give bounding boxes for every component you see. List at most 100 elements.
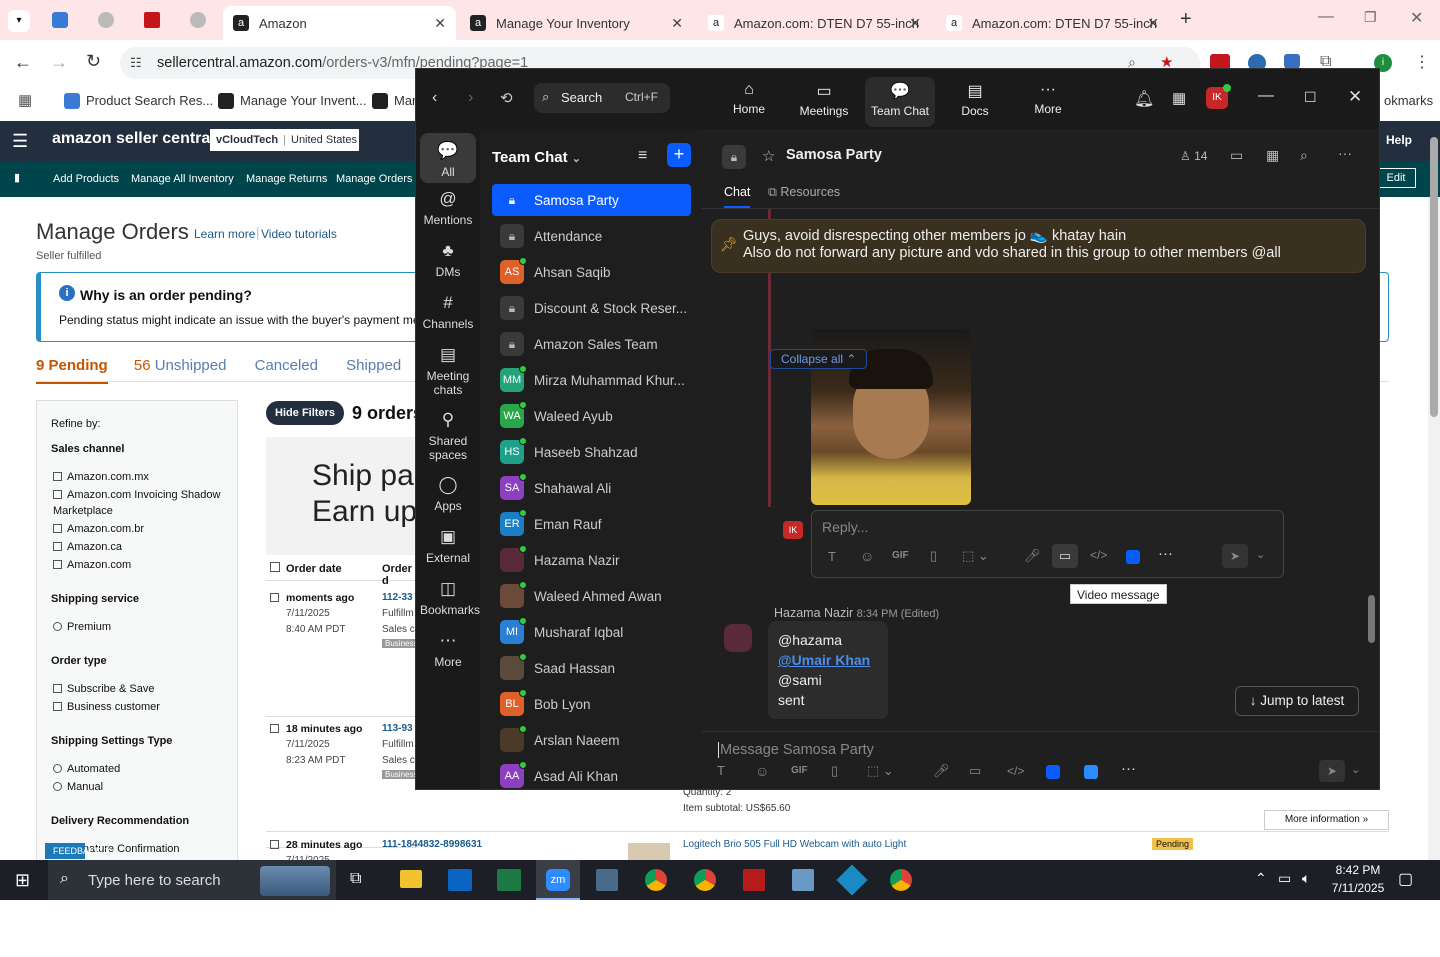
app-icon[interactable] bbox=[1126, 550, 1140, 564]
rail-more[interactable]: ⋯ More bbox=[420, 631, 476, 669]
tab-search-button[interactable]: ▾ bbox=[8, 10, 30, 32]
tab-amazon[interactable]: a Amazon ✕ bbox=[223, 6, 456, 40]
code-icon[interactable]: </> bbox=[1090, 548, 1107, 562]
task-view-icon[interactable]: ⧉ bbox=[350, 870, 361, 888]
filter-option[interactable]: Amazon.com.br bbox=[53, 521, 223, 537]
back-icon[interactable]: ‹ bbox=[432, 89, 437, 107]
help-link[interactable]: Help bbox=[1386, 133, 1412, 147]
rail-dms[interactable]: ♣ DMs bbox=[420, 241, 476, 279]
filter-option[interactable]: Amazon.com bbox=[53, 557, 223, 573]
gif-icon[interactable]: GIF bbox=[892, 550, 909, 561]
file-explorer-icon[interactable] bbox=[400, 870, 422, 888]
channel-item[interactable]: 🔒︎ Attendance bbox=[492, 220, 691, 252]
checkbox[interactable] bbox=[53, 684, 62, 693]
nav-meetings[interactable]: ▭ Meetings bbox=[792, 81, 856, 118]
tab-pending[interactable]: 9 Pending bbox=[36, 357, 108, 384]
app-icon[interactable] bbox=[1046, 765, 1060, 779]
tab-canceled[interactable]: Canceled bbox=[255, 357, 318, 374]
chrome-icon[interactable] bbox=[694, 869, 716, 891]
send-icon[interactable]: ➤ bbox=[1319, 760, 1345, 782]
bookmark-item[interactable]: Manage Your Invent... bbox=[240, 93, 366, 108]
window-close-icon[interactable]: ✕ bbox=[1410, 8, 1423, 28]
nav-more[interactable]: ··· More bbox=[1016, 81, 1080, 116]
close-icon[interactable]: ✕ bbox=[671, 15, 683, 32]
checkbox[interactable] bbox=[53, 524, 62, 533]
row-checkbox[interactable] bbox=[270, 593, 279, 602]
video-message-icon[interactable]: ▭ bbox=[1052, 544, 1078, 568]
jump-to-latest-button[interactable]: ↓ Jump to latest bbox=[1235, 686, 1359, 716]
site-info-icon[interactable]: ☷ bbox=[130, 55, 142, 71]
rail-bookmarks[interactable]: ◫ Bookmarks bbox=[420, 579, 480, 617]
microphone-icon[interactable]: 🎤︎ bbox=[1024, 548, 1041, 564]
hide-filters-button[interactable]: Hide Filters bbox=[266, 401, 344, 425]
channel-item[interactable]: AS Ahsan Saqib bbox=[492, 256, 691, 288]
checkbox[interactable] bbox=[53, 702, 62, 711]
scrollbar-thumb[interactable] bbox=[1368, 595, 1375, 643]
row-checkbox[interactable] bbox=[270, 724, 279, 733]
tab-amazon-dten-1[interactable]: a Amazon.com: DTEN D7 55-inch ✕ bbox=[698, 6, 931, 40]
channel-item[interactable]: SA Shahawal Ali bbox=[492, 472, 691, 504]
channel-item[interactable]: AA Asad Ali Khan bbox=[492, 760, 691, 789]
history-icon[interactable]: ⟲ bbox=[500, 89, 513, 107]
send-icon[interactable]: ➤ bbox=[1222, 544, 1248, 568]
filter-option[interactable]: Premium bbox=[53, 619, 223, 635]
all-bookmarks-label[interactable]: okmarks bbox=[1384, 93, 1433, 108]
nav-docs[interactable]: ▤ Docs bbox=[943, 81, 1007, 118]
text-format-icon[interactable]: T bbox=[828, 549, 836, 564]
channel-item[interactable]: Saad Hassan bbox=[492, 652, 691, 684]
calendar-icon[interactable]: ▦ bbox=[1266, 147, 1279, 164]
clock-time[interactable]: 8:42 PM bbox=[1330, 863, 1386, 877]
window-close-icon[interactable]: ✕ bbox=[1348, 87, 1362, 107]
channel-item[interactable]: 🔒︎ Discount & Stock Reser... bbox=[492, 292, 691, 324]
chrome-icon[interactable] bbox=[645, 869, 667, 891]
rail-shared-spaces[interactable]: ⚲ Shared spaces bbox=[420, 410, 476, 462]
mention-link[interactable]: @Umair Khan bbox=[778, 652, 870, 668]
row-checkbox[interactable] bbox=[270, 840, 279, 849]
minimize-icon[interactable]: — bbox=[1258, 87, 1274, 105]
member-count[interactable]: ♙ 14 bbox=[1180, 149, 1207, 163]
new-chat-button[interactable]: + bbox=[667, 143, 691, 167]
microphone-icon[interactable]: 🎤︎ bbox=[933, 763, 950, 779]
message-composer[interactable]: Message Samosa Party bbox=[718, 742, 874, 758]
filter-option[interactable]: Automated bbox=[53, 761, 223, 777]
volume-icon[interactable]: 🔈︎ bbox=[1302, 870, 1310, 887]
rail-apps[interactable]: ◯ Apps bbox=[420, 475, 476, 513]
channel-item[interactable]: MM Mirza Muhammad Khur... bbox=[492, 364, 691, 396]
app-icon[interactable] bbox=[792, 869, 814, 891]
channel-item[interactable]: Hazama Nazir bbox=[492, 544, 691, 576]
pinned-message[interactable]: 📌︎ Guys, avoid disrespecting other membe… bbox=[711, 219, 1366, 273]
ellipsis-icon[interactable]: ··· bbox=[1158, 545, 1173, 562]
nav-manage-inventory[interactable]: Manage All Inventory bbox=[131, 173, 234, 185]
zoom-search-input[interactable]: ⌕ Search Ctrl+F bbox=[534, 83, 670, 113]
excel-icon[interactable] bbox=[497, 869, 521, 891]
order-id-link[interactable]: 111-1844832-8998631 bbox=[382, 839, 482, 850]
nav-add-products[interactable]: Add Products bbox=[53, 173, 119, 185]
emoji-icon[interactable]: ☺ bbox=[860, 548, 874, 564]
edit-button[interactable]: Edit bbox=[1376, 168, 1416, 188]
pinned-tab-icon[interactable] bbox=[144, 12, 160, 28]
notifications-icon[interactable]: ▢ bbox=[1398, 869, 1413, 889]
filter-icon[interactable]: ≡ bbox=[638, 147, 647, 165]
checkbox[interactable] bbox=[53, 472, 62, 481]
channel-item[interactable]: 🔒︎ Amazon Sales Team bbox=[492, 328, 691, 360]
chevron-down-icon[interactable]: ⌄ bbox=[1256, 548, 1265, 561]
user-avatar[interactable]: IK bbox=[1206, 84, 1231, 109]
calculator-icon[interactable] bbox=[596, 869, 618, 891]
channel-item[interactable]: MI Musharaf Iqbal bbox=[492, 616, 691, 648]
file-icon[interactable]: ▯ bbox=[930, 548, 937, 564]
kebab-menu-icon[interactable]: ⋮ bbox=[1414, 52, 1430, 72]
tab-unshipped[interactable]: 56 Unshipped bbox=[134, 357, 227, 374]
filter-option[interactable]: Amazon.ca bbox=[53, 539, 223, 555]
forward-icon[interactable]: → bbox=[50, 52, 68, 73]
channel-title[interactable]: Samosa Party bbox=[786, 147, 882, 163]
radio-button[interactable] bbox=[53, 782, 62, 791]
filezilla-icon[interactable] bbox=[743, 869, 765, 891]
file-icon[interactable]: ▯ bbox=[831, 763, 838, 779]
nav-manage-returns[interactable]: Manage Returns bbox=[246, 173, 327, 185]
search-icon[interactable]: ⌕ bbox=[1300, 147, 1308, 164]
filter-option[interactable]: Amazon.com Invoicing Shadow Marketplace bbox=[53, 487, 223, 519]
ellipsis-icon[interactable]: ··· bbox=[1338, 145, 1352, 161]
minimize-icon[interactable]: — bbox=[1318, 8, 1334, 26]
learn-more-link[interactable]: Learn more bbox=[194, 227, 255, 241]
list-title[interactable]: Team Chat ⌄ bbox=[492, 149, 581, 166]
